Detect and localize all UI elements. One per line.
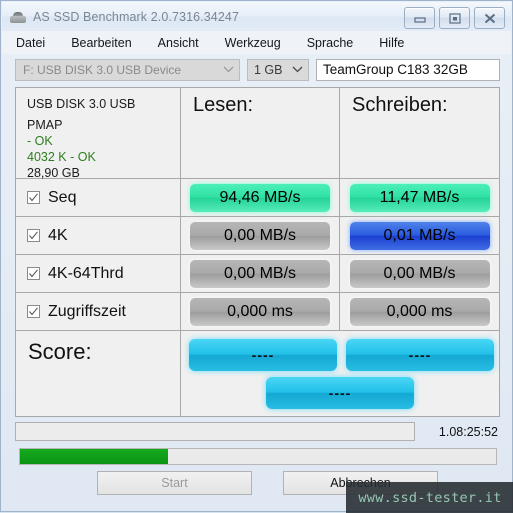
4k-read-cell: 0,00 MB/s <box>181 217 340 254</box>
table-row: Zugriffszeit 0,000 ms 0,000 ms <box>16 293 499 331</box>
info-mode: - OK <box>27 134 53 148</box>
score-read-value: ---- <box>189 339 337 371</box>
read-column-header: Lesen: <box>181 88 340 178</box>
test-label: 4K <box>48 226 68 244</box>
checkbox-zugriffszeit[interactable] <box>27 305 40 318</box>
4k-read-value: 0,00 MB/s <box>190 221 330 250</box>
score-total-value: ---- <box>266 377 414 409</box>
watermark: www.ssd-tester.it <box>346 482 513 513</box>
access-write-value: 0,000 ms <box>349 297 490 326</box>
menu-item-ansicht[interactable]: Ansicht <box>158 36 199 50</box>
test-label: 4K-64Thrd <box>48 264 124 282</box>
write-column-title: Schreiben: <box>352 94 448 116</box>
close-icon <box>484 13 495 23</box>
score-row: Score: ---- ---- ---- <box>16 331 499 416</box>
test-row-4k64-label: 4K-64Thrd <box>16 255 181 292</box>
menu-item-bearbeiten[interactable]: Bearbeiten <box>71 36 131 50</box>
seq-write-value: 11,47 MB/s <box>349 183 490 212</box>
score-boxes: ---- ---- ---- <box>181 331 499 416</box>
read-column-title: Lesen: <box>193 94 254 116</box>
test-row-seq-label: Seq <box>16 179 181 216</box>
toolbar: F: USB DISK 3.0 USB Device 1 GB TeamGrou… <box>15 58 500 81</box>
access-read-cell: 0,000 ms <box>181 293 340 330</box>
menu-bar: Datei Bearbeiten Ansicht Werkzeug Sprach… <box>2 31 511 54</box>
access-write-cell: 0,000 ms <box>340 293 499 330</box>
checkbox-seq[interactable] <box>27 191 40 204</box>
4k-write-cell: 0,01 MB/s <box>340 217 499 254</box>
minimize-icon <box>413 17 426 23</box>
test-row-4k-label: 4K <box>16 217 181 254</box>
disk-drive-icon <box>10 9 26 25</box>
check-icon <box>29 269 38 278</box>
access-read-value: 0,000 ms <box>190 297 330 326</box>
table-row: 4K 0,00 MB/s 0,01 MB/s <box>16 217 499 255</box>
grid-header-row: USB DISK 3.0 USB PMAP - OK 4032 K - OK 2… <box>16 88 499 180</box>
check-icon <box>29 231 38 240</box>
device-name-field[interactable]: TeamGroup C183 32GB <box>316 58 500 81</box>
close-button[interactable] <box>474 7 505 29</box>
drive-select[interactable]: F: USB DISK 3.0 USB Device <box>15 58 240 81</box>
test-label: Zugriffszeit <box>48 302 126 320</box>
results-grid: USB DISK 3.0 USB PMAP - OK 4032 K - OK 2… <box>15 87 500 417</box>
seq-write-cell: 11,47 MB/s <box>340 179 499 216</box>
window-title: AS SSD Benchmark 2.0.7316.34247 <box>33 9 240 24</box>
size-select-value: 1 GB <box>254 62 283 77</box>
start-button[interactable]: Start <box>97 471 252 495</box>
write-column-header: Schreiben: <box>340 88 499 178</box>
info-alignment: 4032 K - OK <box>27 150 96 164</box>
title-bar: AS SSD Benchmark 2.0.7316.34247 <box>2 2 511 31</box>
window-controls <box>404 7 505 29</box>
seq-read-value: 94,46 MB/s <box>190 183 330 212</box>
score-write-value: ---- <box>346 339 494 371</box>
4k64-read-value: 0,00 MB/s <box>190 259 330 288</box>
check-icon <box>29 307 38 316</box>
drive-info-panel: USB DISK 3.0 USB PMAP - OK 4032 K - OK 2… <box>16 88 181 180</box>
status-message <box>15 422 415 441</box>
table-row: Seq 94,46 MB/s 11,47 MB/s <box>16 179 499 217</box>
score-label: Score: <box>28 339 92 364</box>
elapsed-time: 1.08:25:52 <box>438 424 498 439</box>
restore-icon <box>448 12 461 24</box>
chevron-down-icon <box>292 66 303 73</box>
4k-write-value: 0,01 MB/s <box>349 221 490 250</box>
minimize-button[interactable] <box>404 7 435 29</box>
test-row-access-label: Zugriffszeit <box>16 293 181 330</box>
table-row: 4K-64Thrd 0,00 MB/s 0,00 MB/s <box>16 255 499 293</box>
watermark-text: www.ssd-tester.it <box>358 489 502 506</box>
drive-select-value: F: USB DISK 3.0 USB Device <box>23 62 182 77</box>
progress-bar-fill <box>20 449 168 464</box>
info-firmware: PMAP <box>27 118 63 132</box>
maximize-button[interactable] <box>439 7 470 29</box>
info-model: USB DISK 3.0 USB <box>27 97 136 111</box>
4k64-write-value: 0,00 MB/s <box>349 259 490 288</box>
checkbox-4k[interactable] <box>27 229 40 242</box>
menu-item-hilfe[interactable]: Hilfe <box>379 36 404 50</box>
progress-bar <box>19 448 497 465</box>
check-icon <box>29 193 38 202</box>
app-window: AS SSD Benchmark 2.0.7316.34247 Datei Be… <box>0 0 513 513</box>
menu-item-sprache[interactable]: Sprache <box>307 36 354 50</box>
chevron-down-icon <box>223 66 234 73</box>
status-bar: 1.08:25:52 <box>15 422 500 441</box>
seq-read-cell: 94,46 MB/s <box>181 179 340 216</box>
4k64-write-cell: 0,00 MB/s <box>340 255 499 292</box>
checkbox-4k-64thrd[interactable] <box>27 267 40 280</box>
menu-item-datei[interactable]: Datei <box>16 36 45 50</box>
test-label: Seq <box>48 188 77 206</box>
size-select[interactable]: 1 GB <box>247 58 309 81</box>
score-label-cell: Score: <box>16 331 181 416</box>
4k64-read-cell: 0,00 MB/s <box>181 255 340 292</box>
device-name-value: TeamGroup C183 32GB <box>323 62 468 77</box>
menu-item-werkzeug[interactable]: Werkzeug <box>225 36 281 50</box>
